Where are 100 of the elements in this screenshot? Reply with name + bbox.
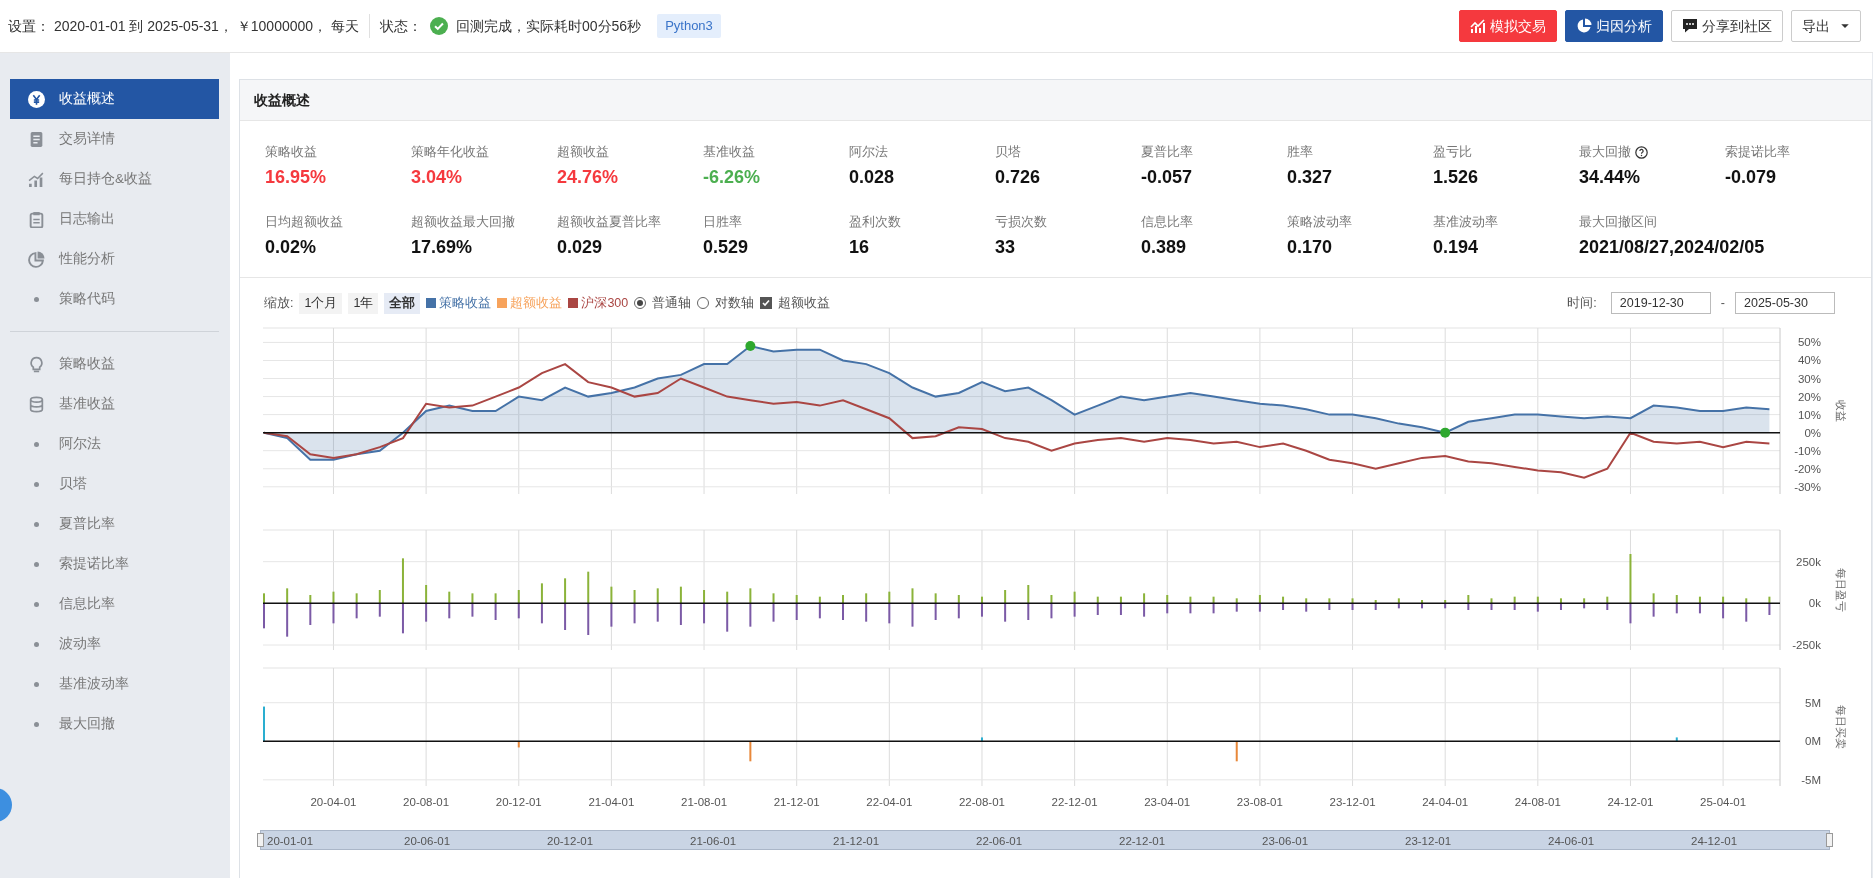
checkbox[interactable] xyxy=(760,297,773,310)
metric-value: 0.028 xyxy=(849,165,895,189)
axis-label: 10% xyxy=(1797,408,1821,421)
navigator-label: 20-12-01 xyxy=(547,834,594,850)
start-date-field[interactable]: 2019-12-30 xyxy=(1610,292,1711,315)
axis-label: 0k xyxy=(1808,597,1821,610)
status-label: 状态： xyxy=(379,16,422,36)
axis-label: 23-12-01 xyxy=(1329,796,1376,809)
end-date-field[interactable]: 2025-05-30 xyxy=(1735,292,1835,315)
bar-chart-icon xyxy=(28,170,45,188)
metric-label: 基准波动率 xyxy=(1433,214,1498,232)
axis-label: 22-12-01 xyxy=(1051,796,1098,809)
range-handle[interactable] xyxy=(1826,833,1833,848)
navigator-label: 23-06-01 xyxy=(1262,834,1309,850)
database-icon xyxy=(28,395,45,413)
sidebar-item[interactable]: 基准波动率 xyxy=(10,664,219,704)
legend-item[interactable]: 策略收益 xyxy=(439,293,492,313)
metric-label: 索提诺比率 xyxy=(1725,144,1790,161)
metric-value: 0.529 xyxy=(703,235,749,259)
metric-value: 16 xyxy=(849,235,870,259)
axis-label: 5M xyxy=(1805,697,1821,709)
bullet-icon xyxy=(34,481,39,487)
radio-button[interactable] xyxy=(634,297,647,310)
bar xyxy=(1235,741,1238,762)
metric-value: 0.194 xyxy=(1433,235,1479,259)
status-text: 回测完成，实际耗时00分56秒 xyxy=(455,16,642,36)
metric-label: 亏损次数 xyxy=(995,214,1047,232)
axis-label: 20-04-01 xyxy=(310,796,357,809)
metric-value: -0.057 xyxy=(1141,165,1193,189)
metric-label: 阿尔法 xyxy=(849,144,888,161)
pie-chart-icon xyxy=(28,250,45,268)
axis-label: 24-12-01 xyxy=(1607,796,1654,809)
metric-value: -0.079 xyxy=(1725,165,1777,189)
axis-label: 0M xyxy=(1805,735,1821,748)
toolbar-button[interactable]: 归因分析 xyxy=(1565,10,1663,42)
axis-label: 30% xyxy=(1797,372,1821,385)
sidebar-item[interactable]: 每日持仓&收益 xyxy=(10,159,219,199)
sidebar-item[interactable]: 性能分析 xyxy=(10,239,219,279)
axis-label: 50% xyxy=(1797,336,1821,349)
bar xyxy=(517,741,520,748)
bullet-icon xyxy=(34,641,39,647)
navigator-label: 24-12-01 xyxy=(1691,834,1738,850)
metric-label: 盈利次数 xyxy=(849,214,901,232)
metric-value: 0.726 xyxy=(995,165,1041,189)
metric-value: 0.029 xyxy=(557,235,603,259)
navigator-label: 24-06-01 xyxy=(1548,834,1595,850)
axis-title: 每日买卖 xyxy=(1835,705,1847,750)
sidebar-item[interactable]: 基准收益 xyxy=(10,384,219,424)
sidebar-item[interactable]: 贝塔 xyxy=(10,464,219,504)
settings-text: 设置： 2020-01-01 到 2025-05-31， ￥10000000， 每天 xyxy=(8,16,359,36)
sidebar-item[interactable]: 波动率 xyxy=(10,624,219,664)
legend-item[interactable]: 超额收益 xyxy=(510,293,563,313)
sidebar-item[interactable]: 阿尔法 xyxy=(10,424,219,464)
axis-label: -20% xyxy=(1794,463,1821,475)
axis-label: 25-04-01 xyxy=(1700,796,1747,809)
axis-title: 每日盈亏 xyxy=(1835,568,1847,613)
sidebar-item[interactable]: 信息比率 xyxy=(10,584,219,624)
metric-value: 2021/08/27,2024/02/05 xyxy=(1579,235,1765,259)
toolbar-button[interactable]: 模拟交易 xyxy=(1459,10,1557,42)
toolbar-button[interactable]: 分享到社区 xyxy=(1671,10,1783,42)
zoom-option[interactable]: 全部 xyxy=(384,292,421,314)
metric-value: 16.95% xyxy=(265,165,327,189)
axis-label: 24-08-01 xyxy=(1514,796,1561,809)
sidebar-item[interactable]: 收益概述 xyxy=(10,79,219,119)
radio-button[interactable] xyxy=(697,297,710,310)
navigator-label: 22-06-01 xyxy=(976,834,1023,850)
zoom-option[interactable]: 1年 xyxy=(348,292,379,314)
metric-value: 34.44% xyxy=(1579,165,1641,189)
sidebar-item[interactable]: 最大回撤 xyxy=(10,704,219,744)
axis-label: 40% xyxy=(1797,354,1821,367)
document-icon xyxy=(28,130,45,148)
zoom-option[interactable]: 1个月 xyxy=(299,292,343,314)
bar xyxy=(980,737,983,742)
metric-label: 信息比率 xyxy=(1141,214,1193,232)
sidebar-item[interactable]: 策略代码 xyxy=(10,279,219,319)
sidebar-item[interactable]: 日志输出 xyxy=(10,199,219,239)
export-dropdown[interactable]: 导出 xyxy=(1791,10,1861,42)
legend-item[interactable]: 沪深300 xyxy=(581,293,629,313)
metric-value: -6.26% xyxy=(703,165,761,189)
clipboard-icon xyxy=(28,210,45,228)
range-navigator[interactable]: 20-01-01 20-06-01 20-12-01 21-06-01 21-12-01 22-06-01 22-12-01 23-06-01 23-12-01 24-06-01 24-12-01 xyxy=(260,830,1830,851)
metric-label: 胜率 xyxy=(1287,144,1313,161)
axis-label: 20-08-01 xyxy=(403,796,450,809)
metric-label: 贝塔 xyxy=(995,144,1021,161)
range-handle[interactable] xyxy=(257,833,264,848)
navigator-label: 23-12-01 xyxy=(1405,834,1452,850)
sidebar-item[interactable]: 策略收益 xyxy=(10,344,219,384)
sidebar-item[interactable]: 交易详情 xyxy=(10,119,219,159)
metric-label: 策略收益 xyxy=(265,144,317,161)
axis-label: 22-04-01 xyxy=(866,796,913,809)
checkbox-label: 超额收益 xyxy=(778,294,831,312)
axis-label: 0% xyxy=(1804,426,1821,439)
lightbulb-icon xyxy=(28,355,45,373)
metric-label: 夏普比率 xyxy=(1141,144,1193,161)
axis-label: -5M xyxy=(1801,774,1821,787)
zoom-label: 缩放: xyxy=(264,294,294,312)
navigator-label: 21-12-01 xyxy=(833,834,880,850)
axis-label: 20-12-01 xyxy=(495,796,542,809)
sidebar-item[interactable]: 夏普比率 xyxy=(10,504,219,544)
sidebar-item[interactable]: 索提诺比率 xyxy=(10,544,219,584)
